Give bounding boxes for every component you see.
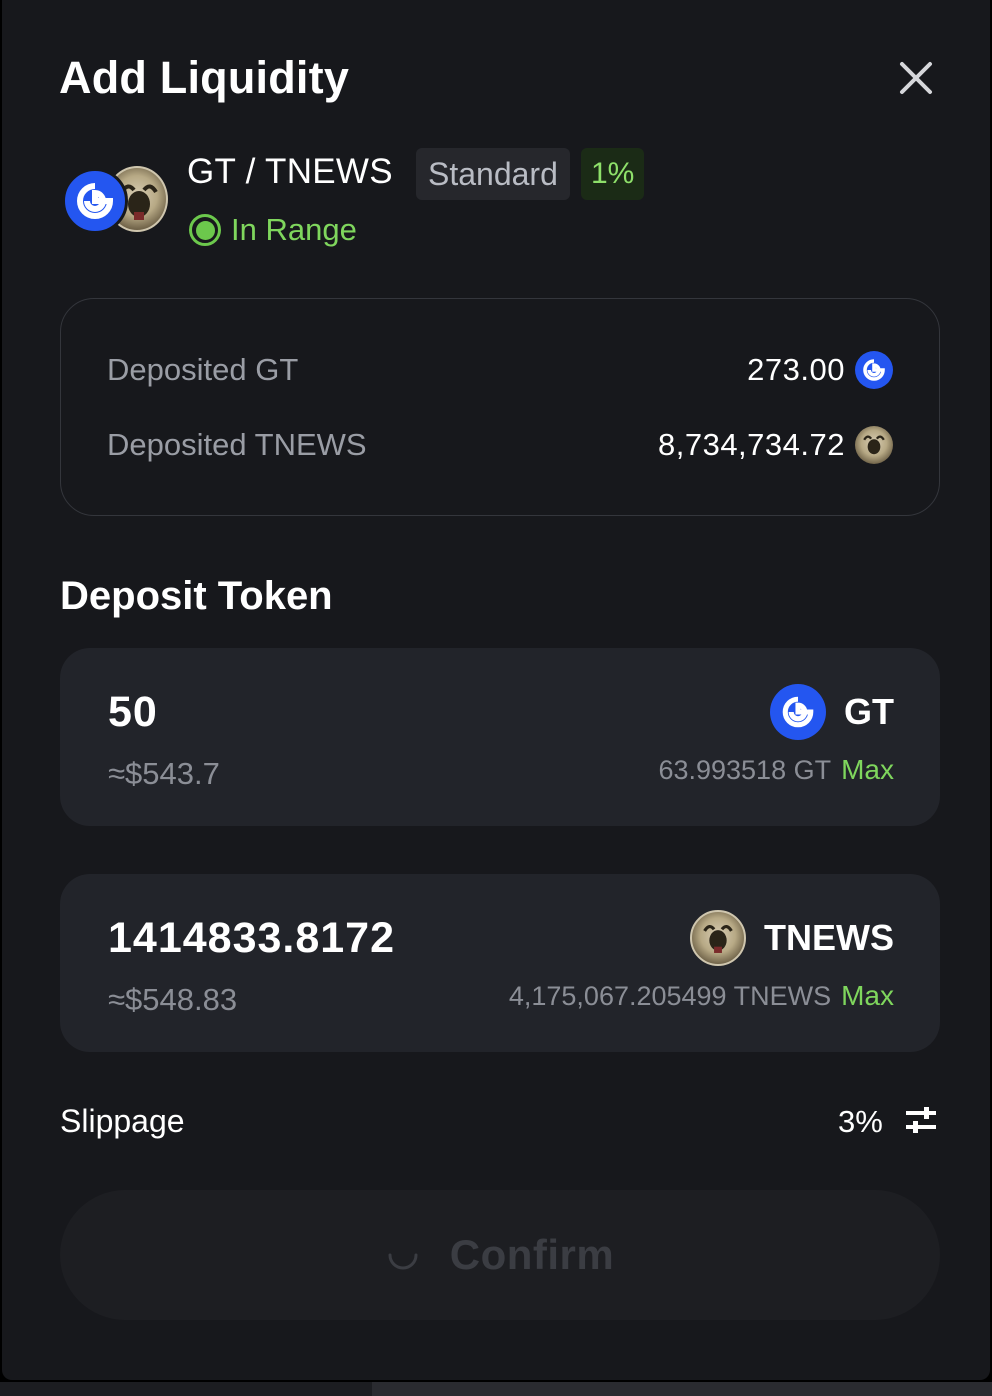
loading-spinner-icon: [388, 1253, 418, 1270]
tnews-token-icon: [855, 426, 893, 464]
tnews-token-icon: [690, 910, 746, 966]
balance-row: 63.993518 GT Max: [658, 754, 894, 786]
modal-title: Add Liquidity: [59, 52, 350, 103]
slippage-label: Slippage: [60, 1103, 185, 1139]
deposited-row-tnews: Deposited TNEWS 8,734,734.72: [107, 426, 893, 464]
add-liquidity-modal: Add Liquidity GT / TNEWS Standard 1% In …: [2, 0, 990, 1380]
pair-icons: [60, 164, 170, 236]
pair-name: GT / TNEWS: [187, 152, 393, 191]
slippage-value[interactable]: 3%: [838, 1104, 883, 1140]
settings-sliders-icon[interactable]: [904, 1106, 938, 1134]
gt-token-icon: [855, 351, 893, 389]
deposited-label: Deposited TNEWS: [107, 427, 367, 462]
token-balance: 63.993518 GT: [658, 754, 832, 785]
token-balance: 4,175,067.205499 TNEWS: [508, 980, 832, 1011]
gt-token-icon: [770, 684, 826, 740]
token-input-card-gt: 50 ≈$543.7 GT 63.993518 GT Max: [60, 648, 940, 826]
usd-estimate: ≈$543.7: [108, 756, 220, 791]
fee-tier-badge: 1%: [581, 148, 645, 200]
deposited-label: Deposited GT: [107, 352, 299, 387]
token-symbol: GT: [844, 691, 894, 732]
deposited-value: 273.00: [747, 352, 845, 387]
deposited-value: 8,734,734.72: [657, 427, 845, 462]
confirm-label: Confirm: [449, 1231, 615, 1278]
close-icon[interactable]: [896, 58, 936, 98]
deposited-row-gt: Deposited GT 273.00: [107, 351, 893, 389]
range-status: In Range: [189, 212, 357, 248]
usd-estimate: ≈$548.83: [108, 982, 238, 1017]
pool-tier-badge: Standard: [416, 148, 570, 200]
amount-input[interactable]: 1414833.8172: [108, 914, 418, 963]
token-selector-gt[interactable]: GT: [770, 684, 894, 740]
max-button[interactable]: Max: [841, 754, 894, 786]
amount-input[interactable]: 50: [108, 688, 508, 737]
deposited-summary: Deposited GT 273.00 Deposited TNEWS 8,73…: [60, 298, 940, 516]
token-selector-tnews[interactable]: TNEWS: [690, 910, 894, 966]
range-status-label: In Range: [231, 212, 357, 247]
balance-row: 4,175,067.205499 TNEWS Max: [509, 980, 894, 1012]
max-button[interactable]: Max: [841, 980, 894, 1012]
deposit-token-heading: Deposit Token: [60, 574, 333, 618]
bottom-edge: [0, 1382, 992, 1396]
token-input-card-tnews: 1414833.8172 ≈$548.83 TNEWS 4,175,067.20…: [60, 874, 940, 1052]
gt-token-icon: [62, 168, 128, 234]
confirm-button[interactable]: Confirm: [60, 1190, 940, 1320]
in-range-indicator-icon: [189, 214, 221, 246]
token-symbol: TNEWS: [764, 917, 894, 958]
